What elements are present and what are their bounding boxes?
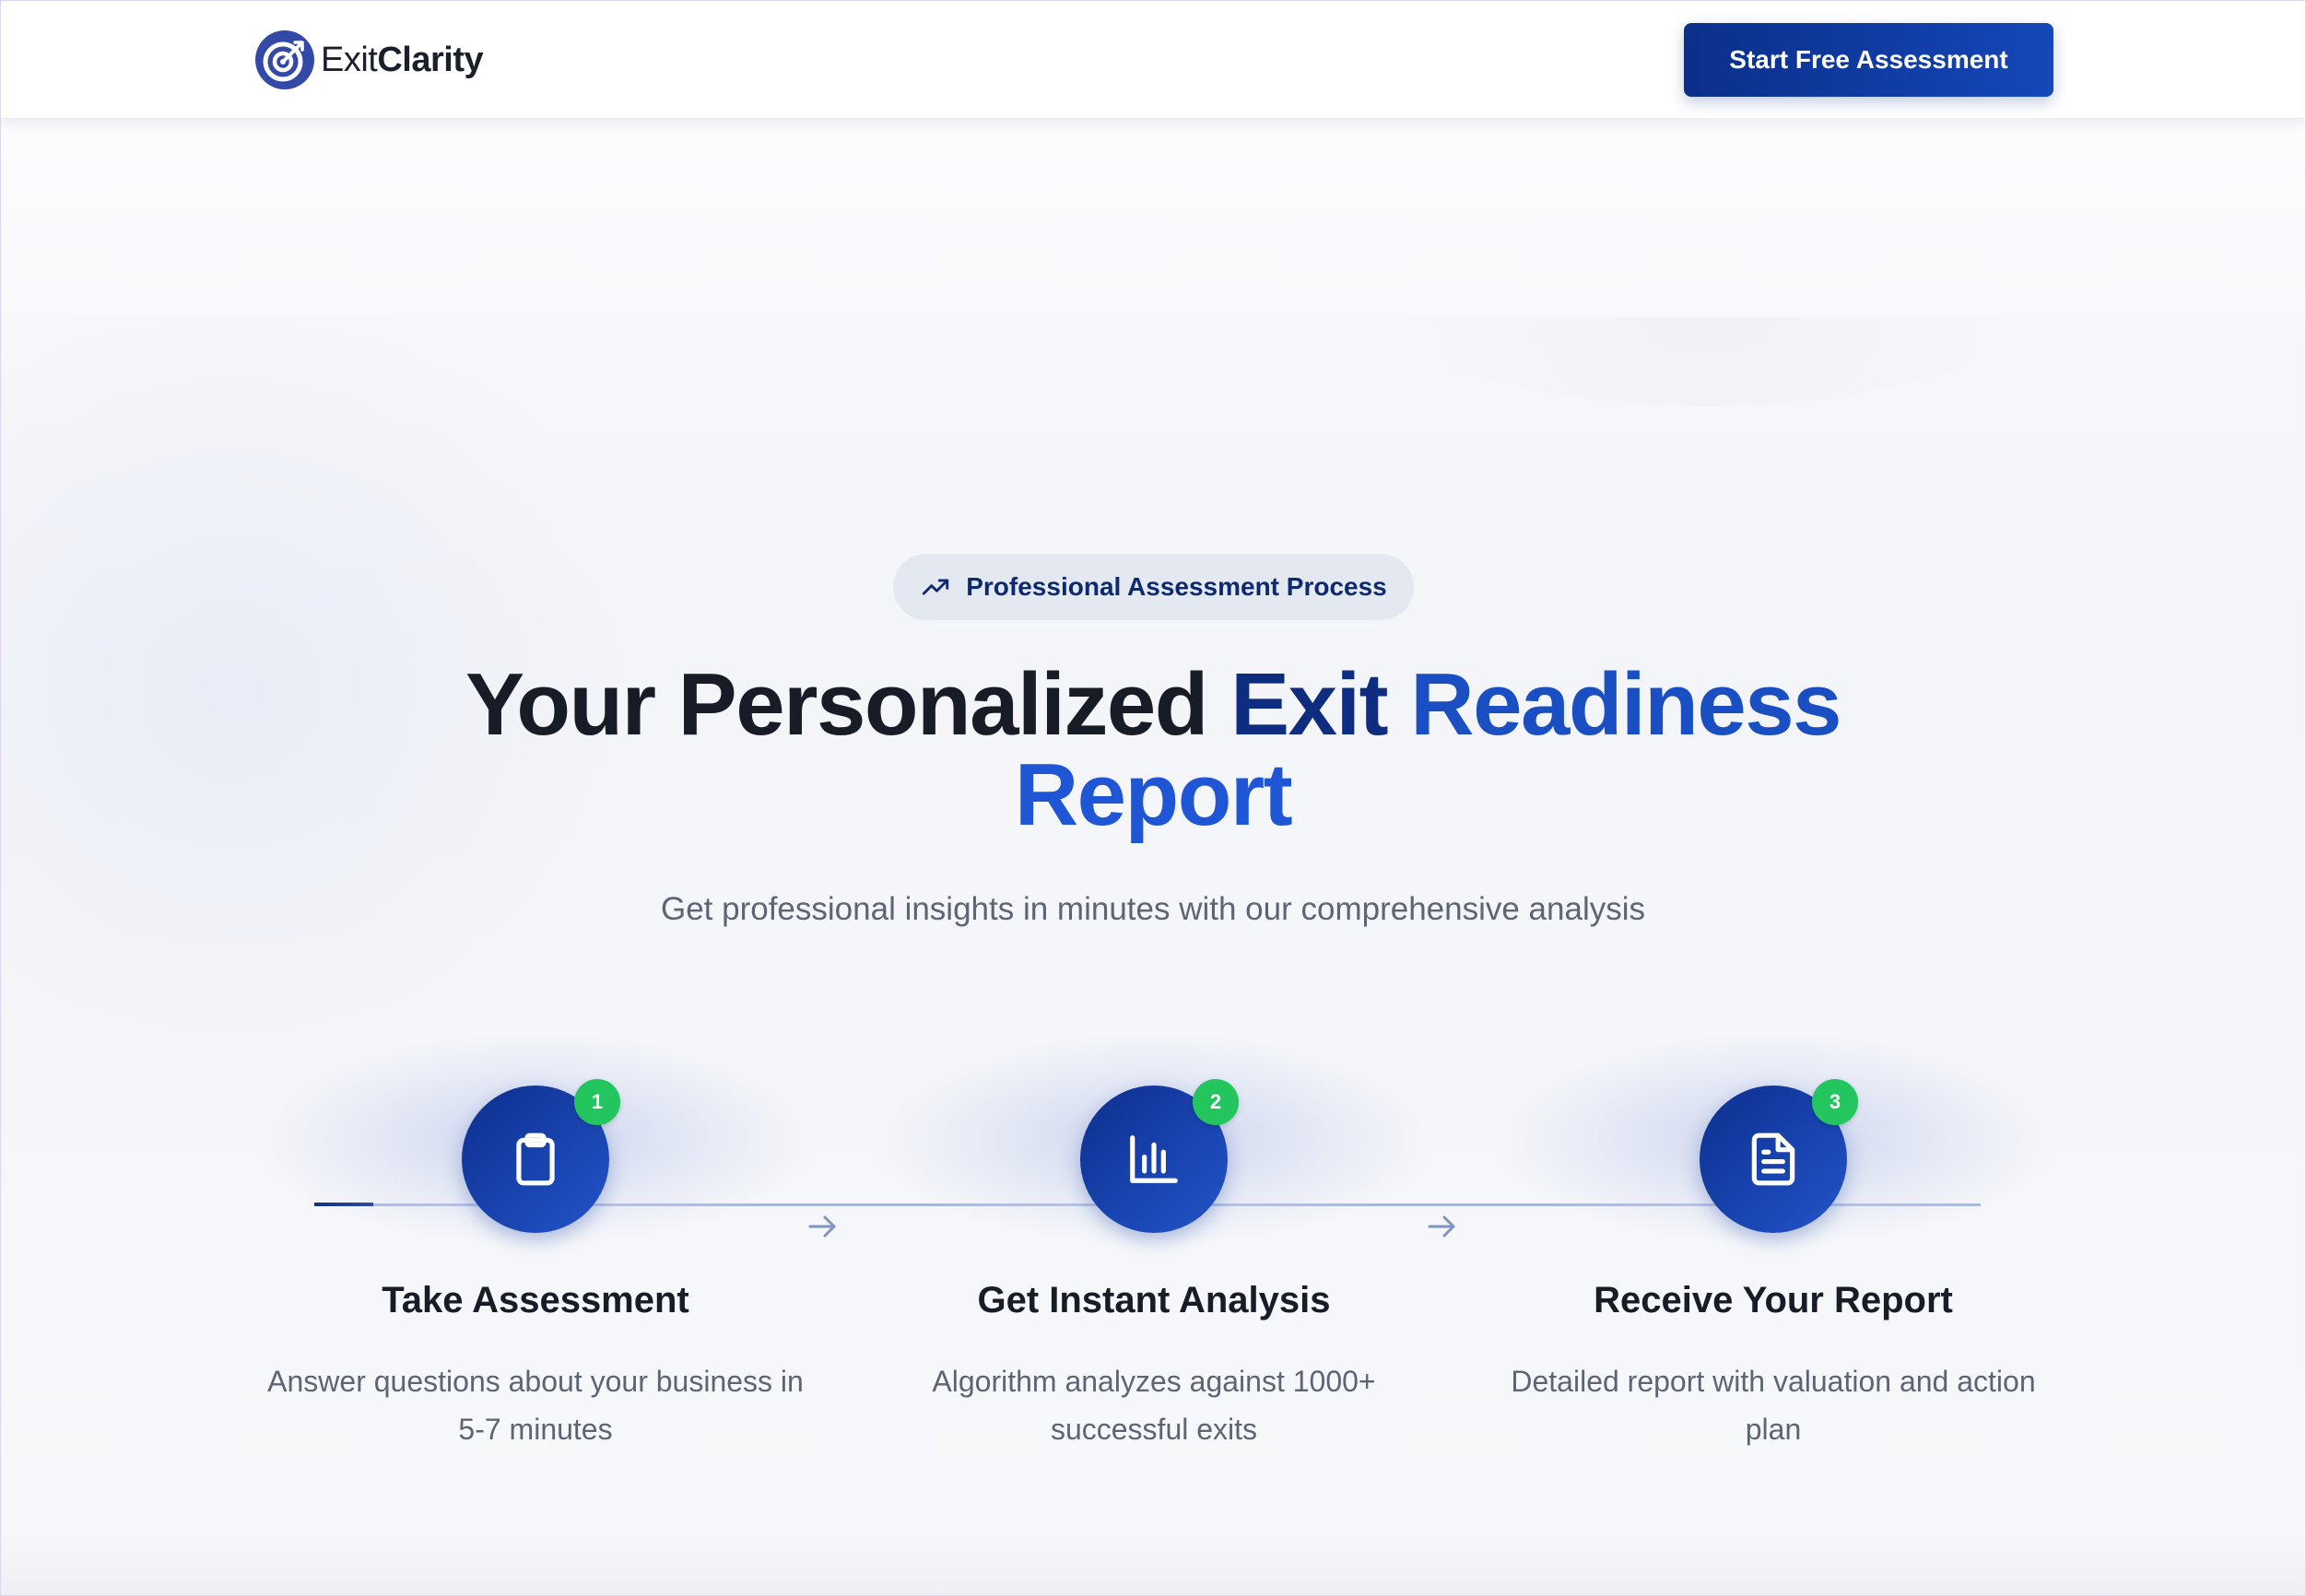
headline-part-1: Your Personalized xyxy=(465,655,1231,754)
step-description: Algorithm analyzes against 1000+ success… xyxy=(932,1365,1376,1446)
arrow-right-icon xyxy=(808,1215,836,1238)
logo[interactable]: ExitClarity xyxy=(254,29,484,90)
hero-subtitle: Get professional insights in minutes wit… xyxy=(660,891,1645,927)
step-number-badge: 2 xyxy=(1193,1079,1239,1125)
start-free-assessment-button[interactable]: Start Free Assessment xyxy=(1684,23,2053,97)
target-logo-icon xyxy=(255,30,314,89)
arrow-right-icon xyxy=(1428,1215,1455,1238)
logo-text: ExitClarity xyxy=(321,40,484,80)
step-title: Take Assessment xyxy=(382,1280,689,1320)
trending-up-icon xyxy=(923,579,949,595)
pill-label: Professional Assessment Process xyxy=(966,572,1387,601)
bar-chart-icon xyxy=(1130,1135,1178,1183)
headline-part-3: Readiness xyxy=(1410,655,1841,754)
document-icon xyxy=(1751,1132,1795,1186)
page-title: Your Personalized Exit Readiness Report xyxy=(1,660,2305,840)
headline-part-4: Report xyxy=(1014,745,1293,844)
process-pill: Professional Assessment Process xyxy=(893,554,1414,620)
step-description: Detailed report with valuation and actio… xyxy=(1511,1365,2036,1446)
step-number-badge: 1 xyxy=(574,1079,620,1125)
logo-text-bold: Clarity xyxy=(377,40,484,79)
navbar: ExitClarity Start Free Assessment xyxy=(1,1,2305,119)
step-number-badge: 3 xyxy=(1812,1079,1858,1125)
bottom-fade xyxy=(1,1531,2305,1595)
page: ExitClarity Start Free Assessment Profes… xyxy=(0,0,2306,1596)
headline-part-2: Exit xyxy=(1230,655,1411,754)
step-description: Answer questions about your business in … xyxy=(267,1365,804,1446)
step-title: Get Instant Analysis xyxy=(977,1280,1331,1320)
clipboard-icon xyxy=(516,1132,555,1186)
logo-text-light: Exit xyxy=(321,40,378,79)
step-title: Receive Your Report xyxy=(1594,1280,1953,1320)
hero-top-band xyxy=(1,119,2305,317)
